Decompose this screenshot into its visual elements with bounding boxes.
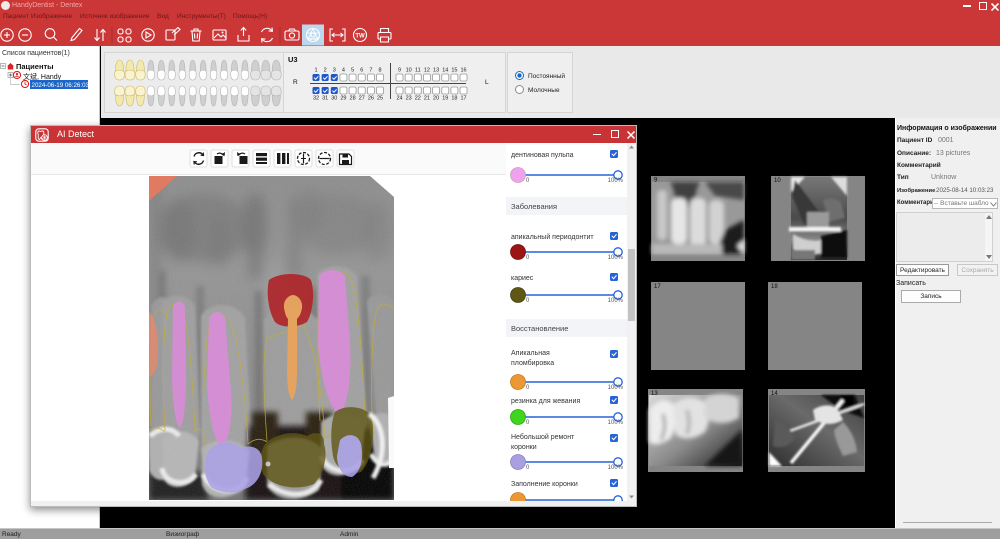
- svg-text:9: 9: [398, 68, 401, 74]
- svg-text:8: 8: [379, 68, 382, 74]
- svg-text:26: 26: [368, 96, 374, 102]
- svg-text:17: 17: [460, 96, 466, 102]
- svg-text:13: 13: [651, 391, 658, 397]
- svg-text:4: 4: [342, 68, 345, 74]
- svg-text:25: 25: [377, 96, 383, 102]
- svg-text:кариес: кариес: [511, 275, 534, 282]
- svg-text:10: 10: [406, 68, 412, 74]
- svg-text:100%: 100%: [608, 255, 624, 261]
- svg-text:пломбировка: пломбировка: [511, 359, 554, 367]
- svg-text:18: 18: [451, 96, 457, 102]
- svg-text:Восстановление: Восстановление: [511, 324, 568, 333]
- svg-text:100%: 100%: [608, 465, 624, 471]
- svg-text:100%: 100%: [608, 298, 624, 304]
- svg-text:10: 10: [774, 178, 781, 184]
- svg-text:1: 1: [314, 68, 317, 74]
- svg-text:21: 21: [424, 96, 430, 102]
- svg-text:100%: 100%: [608, 385, 624, 391]
- svg-text:7: 7: [369, 68, 372, 74]
- svg-text:31: 31: [322, 96, 328, 102]
- svg-text:3: 3: [333, 68, 336, 74]
- svg-text:29: 29: [340, 96, 346, 102]
- svg-text:дентиновая пульпа: дентиновая пульпа: [511, 152, 574, 159]
- svg-text:Апикальная: Апикальная: [511, 350, 550, 357]
- svg-text:17: 17: [654, 284, 661, 290]
- svg-text:28: 28: [350, 96, 356, 102]
- svg-text:11: 11: [415, 68, 421, 74]
- svg-text:Заболевания: Заболевания: [511, 202, 557, 211]
- svg-text:30: 30: [331, 96, 337, 102]
- svg-text:апикальный периодонтит: апикальный периодонтит: [511, 233, 594, 241]
- svg-text:резинка для жевания: резинка для жевания: [511, 398, 580, 405]
- svg-text:24: 24: [396, 96, 402, 102]
- svg-text:12: 12: [424, 68, 430, 74]
- svg-text:6: 6: [360, 68, 363, 74]
- svg-text:14: 14: [771, 391, 778, 397]
- svg-text:23: 23: [406, 96, 412, 102]
- svg-text:U3: U3: [288, 55, 298, 64]
- svg-text:R: R: [293, 79, 298, 86]
- svg-text:22: 22: [415, 96, 421, 102]
- svg-text:18: 18: [771, 284, 778, 290]
- svg-text:Постоянный: Постоянный: [528, 72, 565, 80]
- svg-text:Заполнение коронки: Заполнение коронки: [511, 481, 578, 488]
- svg-text:15: 15: [451, 68, 457, 74]
- svg-text:16: 16: [460, 68, 466, 74]
- svg-text:20: 20: [433, 96, 439, 102]
- svg-text:Молочные: Молочные: [528, 87, 560, 94]
- svg-text:13: 13: [433, 68, 439, 74]
- svg-text:14: 14: [442, 68, 448, 74]
- svg-text:TW: TW: [355, 34, 365, 40]
- svg-text:L: L: [485, 79, 489, 86]
- svg-text:100%: 100%: [608, 420, 624, 426]
- svg-text:27: 27: [359, 96, 365, 102]
- svg-text:19: 19: [442, 96, 448, 102]
- svg-text:5: 5: [351, 68, 354, 74]
- svg-text:2: 2: [324, 68, 327, 74]
- svg-text:32: 32: [313, 96, 319, 102]
- svg-text:коронки: коронки: [511, 444, 537, 451]
- svg-text:Небольшой ремонт: Небольшой ремонт: [511, 433, 575, 441]
- svg-text:100%: 100%: [608, 178, 624, 184]
